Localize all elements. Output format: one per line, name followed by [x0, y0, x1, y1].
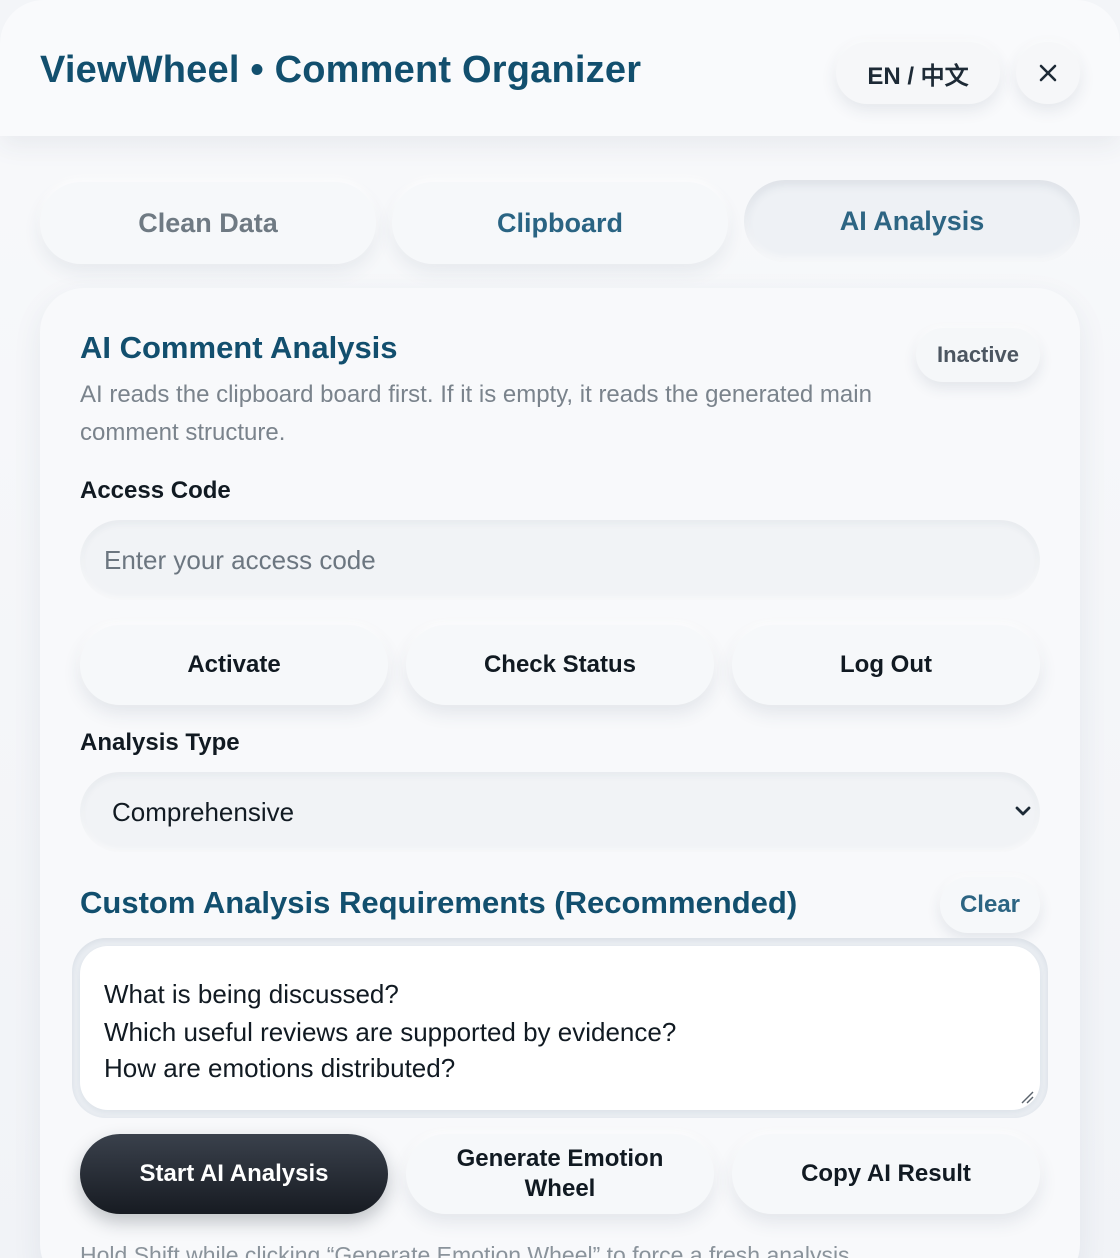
access-code-input[interactable]: [80, 520, 1040, 600]
close-button[interactable]: [1016, 42, 1080, 104]
section-description: AI reads the clipboard board first. If i…: [80, 381, 872, 446]
clear-button[interactable]: Clear: [940, 877, 1040, 933]
custom-requirements-textarea-frame: What is being discussed? Which useful re…: [72, 938, 1048, 1118]
custom-requirements-textarea[interactable]: What is being discussed? Which useful re…: [80, 946, 1040, 1110]
resize-grip-icon[interactable]: [1020, 1090, 1034, 1104]
log-out-button[interactable]: Log Out: [732, 625, 1040, 705]
requirement-line: What is being discussed?: [104, 979, 399, 1009]
analysis-type-label: Analysis Type: [80, 729, 240, 756]
tab-clean-data[interactable]: Clean Data: [40, 182, 376, 264]
tab-ai-analysis[interactable]: AI Analysis: [744, 180, 1080, 262]
status-badge: Inactive: [916, 328, 1040, 382]
shift-hint-text: Hold Shift while clicking “Generate Emot…: [80, 1242, 856, 1258]
custom-requirements-title: Custom Analysis Requirements (Recommende…: [80, 885, 798, 920]
check-status-button[interactable]: Check Status: [406, 625, 714, 705]
generate-emotion-wheel-label: Generate Emotion Wheel: [456, 1145, 664, 1202]
access-code-field-wrap: [80, 520, 1040, 600]
start-ai-analysis-button[interactable]: Start AI Analysis: [80, 1134, 388, 1214]
close-icon: [1039, 64, 1057, 82]
generate-emotion-wheel-button[interactable]: Generate Emotion Wheel: [406, 1134, 714, 1214]
chevron-down-icon: [1015, 806, 1031, 816]
analysis-type-select[interactable]: Comprehensive: [80, 772, 1040, 852]
access-code-label: Access Code: [80, 477, 231, 504]
copy-ai-result-button[interactable]: Copy AI Result: [732, 1134, 1040, 1214]
analysis-type-value: Comprehensive: [112, 797, 295, 827]
tab-clipboard[interactable]: Clipboard: [392, 182, 728, 264]
language-toggle-button[interactable]: EN / 中文: [836, 42, 1000, 104]
section-title: AI Comment Analysis: [80, 330, 398, 365]
requirement-line: How are emotions distributed?: [104, 1053, 456, 1083]
activate-button[interactable]: Activate: [80, 625, 388, 705]
app-window: ViewWheel • Comment Organizer EN / 中文 Cl…: [0, 0, 1120, 1258]
requirement-line: Which useful reviews are supported by ev…: [104, 1017, 677, 1047]
header: ViewWheel • Comment Organizer EN / 中文: [0, 0, 1120, 136]
app-title: ViewWheel • Comment Organizer: [40, 49, 642, 91]
